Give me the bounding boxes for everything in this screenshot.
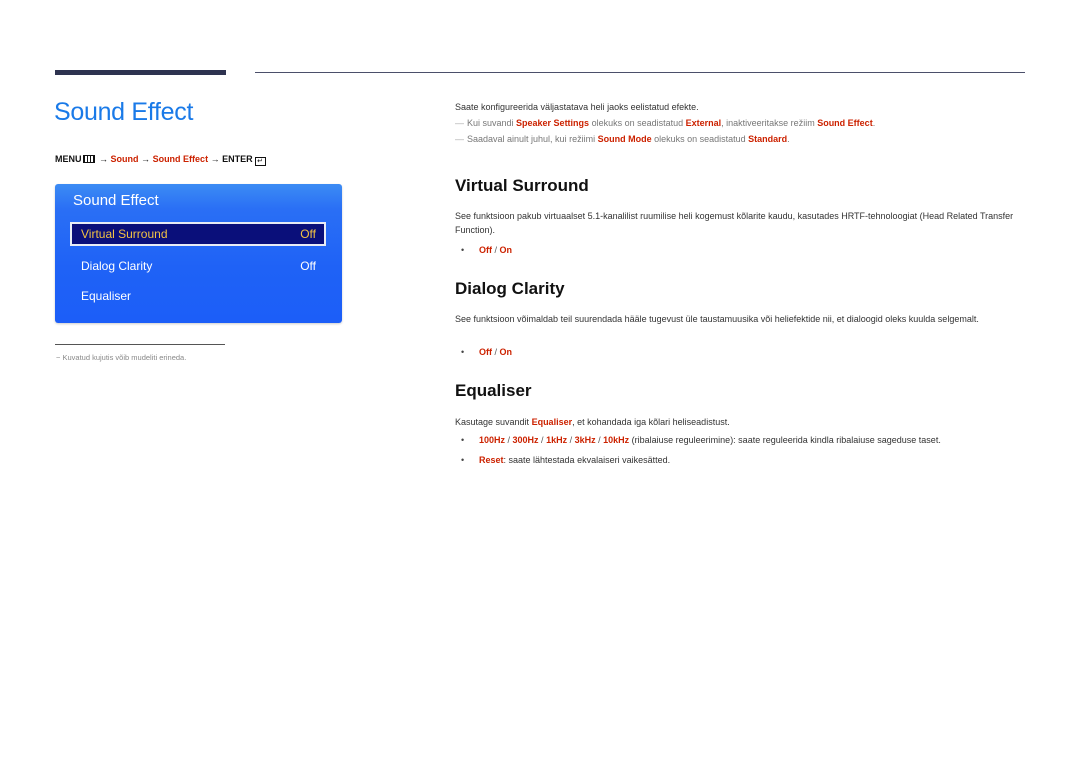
section-title-dialog-clarity: Dialog Clarity bbox=[455, 279, 565, 298]
osd-item-label: Dialog Clarity bbox=[81, 259, 153, 273]
osd-item-equaliser[interactable]: Equaliser bbox=[70, 284, 326, 308]
note-speaker-settings: — Kui suvandi Speaker Settings olekuks o… bbox=[455, 118, 1025, 128]
dialog-clarity-options: • Off / On bbox=[461, 347, 513, 357]
osd-menu-panel: Sound Effect Virtual Surround Off Dialog… bbox=[55, 184, 342, 323]
menu-path-sound-effect: Sound Effect bbox=[152, 154, 209, 164]
equaliser-description: Kasutage suvandit Equaliser, et kohandad… bbox=[455, 415, 1015, 429]
bands-description: (ribalaiuse reguleerimine): saate regule… bbox=[629, 435, 941, 445]
note-text: Saadaval ainult juhul, kui režiimi bbox=[467, 134, 598, 144]
band-100hz: 100Hz bbox=[479, 435, 506, 445]
menu-path-sound: Sound bbox=[110, 154, 139, 164]
bullet-icon: • bbox=[461, 455, 465, 465]
band-10khz: 10kHz bbox=[603, 435, 630, 445]
virtual-surround-description: See funktsioon pakub virtuaalset 5.1-kan… bbox=[455, 211, 1014, 235]
text: Kasutage suvandit bbox=[455, 417, 532, 427]
note-emphasis: Speaker Settings bbox=[516, 118, 590, 128]
note-emphasis: Sound Effect bbox=[817, 118, 873, 128]
page-title: Sound Effect bbox=[54, 98, 194, 126]
note-text: olekuks on seadistatud bbox=[651, 134, 749, 144]
enter-label: ENTER bbox=[222, 154, 253, 164]
intro-text: Saate konfigureerida väljastatava heli j… bbox=[455, 102, 699, 112]
note-text: . bbox=[787, 134, 790, 144]
note-text: Kui suvandi bbox=[467, 118, 517, 128]
footnote: − Kuvatud kujutis võib mudeliti erineda. bbox=[56, 353, 186, 362]
note-dash-icon: — bbox=[455, 118, 464, 128]
osd-item-value: Off bbox=[300, 259, 316, 273]
note-emphasis: Sound Mode bbox=[597, 134, 652, 144]
equaliser-emphasis: Equaliser bbox=[531, 417, 573, 427]
footnote-dash: − bbox=[56, 353, 61, 362]
note-text: olekuks on seadistatud bbox=[589, 118, 686, 128]
menu-path-breadcrumb: MENU → Sound → Sound Effect → ENTER ↵ bbox=[55, 154, 266, 166]
option-on: On bbox=[499, 347, 513, 357]
equaliser-reset: • Reset: saate lähtestada ekvalaiseri vai… bbox=[461, 455, 670, 465]
section-title-equaliser: Equaliser bbox=[455, 381, 532, 400]
bullet-icon: • bbox=[461, 245, 465, 255]
osd-item-label: Virtual Surround bbox=[81, 227, 168, 241]
dialog-clarity-description: See funktsioon võimaldab teil suurendada… bbox=[455, 314, 979, 324]
menu-icon bbox=[82, 155, 95, 163]
band-300hz: 300Hz bbox=[512, 435, 539, 445]
footnote-text: Kuvatud kujutis võib mudeliti erineda. bbox=[62, 353, 187, 362]
bullet-icon: • bbox=[461, 435, 465, 445]
note-emphasis: External bbox=[685, 118, 722, 128]
note-text: , inaktiveeritakse režiim bbox=[721, 118, 818, 128]
reset-label: Reset bbox=[479, 455, 504, 465]
osd-item-label: Equaliser bbox=[81, 289, 132, 303]
option-off: Off bbox=[479, 245, 492, 255]
note-sound-mode: — Saadaval ainult juhul, kui režiimi Sou… bbox=[455, 134, 1025, 144]
bullet-icon: • bbox=[461, 347, 465, 357]
note-dash-icon: — bbox=[455, 134, 464, 144]
text: , et kohandada iga kõlari heliseadistust… bbox=[572, 417, 730, 427]
option-on: On bbox=[499, 245, 513, 255]
header-rule-thick bbox=[55, 70, 226, 75]
section-title-virtual-surround: Virtual Surround bbox=[455, 176, 589, 195]
footnote-divider bbox=[55, 344, 225, 345]
header-rule-thin bbox=[255, 72, 1025, 73]
band-1khz: 1kHz bbox=[546, 435, 568, 445]
osd-title: Sound Effect bbox=[73, 192, 159, 209]
reset-description: : saate lähtestada ekvalaiseri vaikesätt… bbox=[503, 455, 671, 465]
osd-item-virtual-surround[interactable]: Virtual Surround Off bbox=[70, 222, 326, 246]
menu-label: MENU bbox=[55, 154, 82, 164]
note-text: . bbox=[872, 118, 876, 128]
arrow-icon: → bbox=[99, 154, 109, 164]
arrow-icon: → bbox=[210, 154, 220, 164]
arrow-icon: → bbox=[141, 154, 151, 164]
osd-item-value: Off bbox=[300, 227, 316, 241]
virtual-surround-options: • Off / On bbox=[461, 245, 513, 255]
equaliser-bands: • 100Hz / 300Hz / 1kHz / 3kHz / 10kHz (ri… bbox=[461, 435, 941, 445]
intro-block: Saate konfigureerida väljastatava heli j… bbox=[455, 102, 1025, 144]
enter-icon: ↵ bbox=[254, 157, 266, 166]
osd-item-dialog-clarity[interactable]: Dialog Clarity Off bbox=[70, 254, 326, 278]
band-3khz: 3kHz bbox=[574, 435, 596, 445]
option-off: Off bbox=[479, 347, 492, 357]
note-emphasis: Standard bbox=[748, 134, 788, 144]
